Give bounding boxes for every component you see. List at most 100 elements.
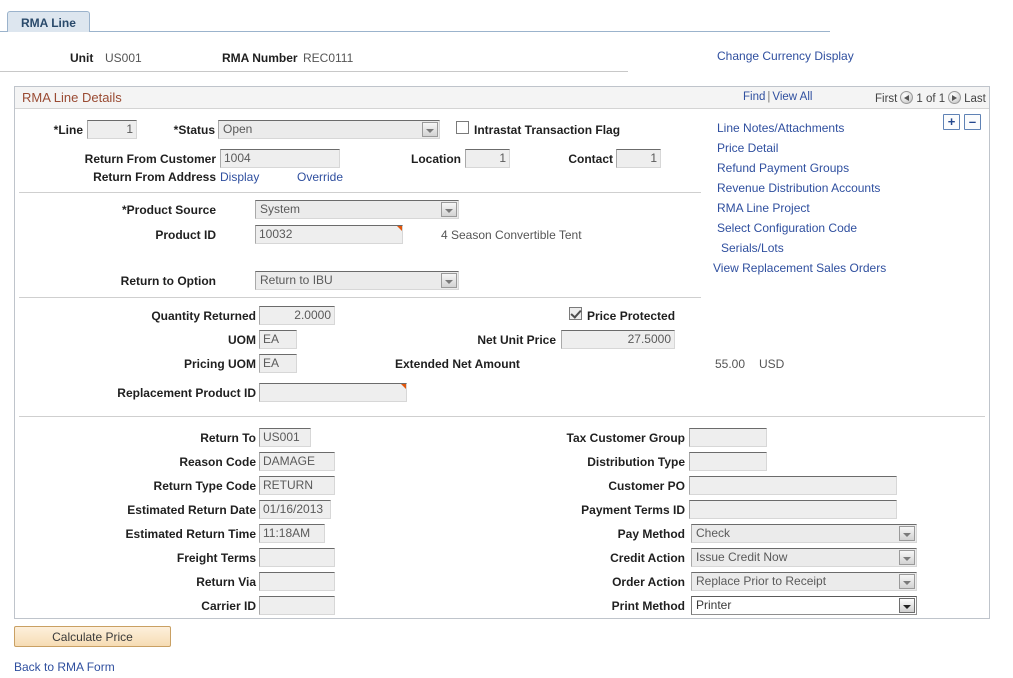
intrastat-transaction-flag-label: Intrastat Transaction Flag bbox=[474, 123, 620, 137]
view-all-link[interactable]: View All bbox=[772, 91, 812, 103]
replacement-product-id-field[interactable] bbox=[259, 383, 407, 402]
currency-code: USD bbox=[759, 357, 784, 371]
chevron-down-icon bbox=[899, 574, 915, 589]
status-label: *Status bbox=[155, 123, 215, 137]
tab-rma-line[interactable]: RMA Line bbox=[7, 11, 90, 32]
address-override-link[interactable]: Override bbox=[297, 170, 343, 184]
extended-net-amount-label: Extended Net Amount bbox=[395, 357, 556, 371]
quantity-returned-field[interactable]: 2.0000 bbox=[259, 306, 335, 325]
return-via-field[interactable] bbox=[259, 572, 335, 591]
chevron-down-icon bbox=[899, 598, 915, 613]
last-label[interactable]: Last bbox=[964, 93, 986, 105]
order-action-label: Order Action bbox=[495, 575, 685, 589]
uom-label: UOM bbox=[175, 333, 256, 347]
change-currency-display-link[interactable]: Change Currency Display bbox=[717, 49, 854, 63]
product-source-label: *Product Source bbox=[65, 203, 216, 217]
rma-number-value: REC0111 bbox=[303, 51, 353, 65]
tax-customer-group-field[interactable] bbox=[689, 428, 767, 447]
credit-action-value: Issue Credit Now bbox=[696, 550, 787, 564]
line-label: *Line bbox=[33, 123, 83, 137]
detail-left-label-5: Freight Terms bbox=[75, 551, 256, 565]
detail-left-label-3: Estimated Return Date bbox=[75, 503, 256, 517]
estimated-return-date-field[interactable]: 01/16/2013 bbox=[259, 500, 331, 519]
row-counter: 1 of 1 bbox=[916, 93, 945, 105]
line-field: 1 bbox=[87, 120, 137, 139]
link-view-replacement-sales-orders[interactable]: View Replacement Sales Orders bbox=[713, 258, 967, 278]
contact-field: 1 bbox=[616, 149, 661, 168]
find-link[interactable]: Find bbox=[743, 91, 765, 103]
pay-method-dropdown[interactable]: Check bbox=[691, 524, 917, 543]
return-from-address-label: Return From Address bbox=[70, 170, 216, 184]
link-serials-lots[interactable]: Serials/Lots bbox=[717, 238, 967, 258]
pricing-uom-field[interactable]: EA bbox=[259, 354, 297, 373]
detail-right-label-1: Distribution Type bbox=[495, 455, 685, 469]
detail-right-label-3: Payment Terms ID bbox=[495, 503, 685, 517]
location-field: 1 bbox=[465, 149, 510, 168]
link-line-notes-attachments[interactable]: Line Notes/Attachments bbox=[717, 118, 967, 138]
chevron-down-icon bbox=[899, 550, 915, 565]
previous-arrow-icon[interactable] bbox=[900, 91, 913, 104]
detail-left-label-7: Carrier ID bbox=[75, 599, 256, 613]
detail-left-label-6: Return Via bbox=[75, 575, 256, 589]
status-value: Open bbox=[223, 122, 252, 136]
related-links-column: Line Notes/Attachments Price Detail Refu… bbox=[717, 118, 967, 278]
link-select-configuration-code[interactable]: Select Configuration Code bbox=[717, 218, 967, 238]
credit-action-dropdown[interactable]: Issue Credit Now bbox=[691, 548, 917, 567]
order-action-value: Replace Prior to Receipt bbox=[696, 574, 826, 588]
pay-method-label: Pay Method bbox=[495, 527, 685, 541]
return-to-field[interactable]: US001 bbox=[259, 428, 311, 447]
net-unit-price-field[interactable]: 27.5000 bbox=[561, 330, 675, 349]
price-protected-checkbox[interactable] bbox=[569, 307, 582, 320]
back-to-rma-form-link[interactable]: Back to RMA Form bbox=[14, 660, 115, 674]
print-method-dropdown[interactable]: Printer bbox=[691, 596, 917, 615]
replacement-product-id-label: Replacement Product ID bbox=[105, 386, 256, 400]
location-label: Location bbox=[395, 152, 461, 166]
return-to-option-dropdown[interactable]: Return to IBU bbox=[255, 271, 459, 290]
divider-1 bbox=[19, 192, 701, 193]
distribution-type-field[interactable] bbox=[689, 452, 767, 471]
unit-label: Unit bbox=[70, 51, 93, 65]
uom-field[interactable]: EA bbox=[259, 330, 297, 349]
contact-label: Contact bbox=[555, 152, 613, 166]
extended-net-amount-value: 55.00 bbox=[695, 357, 745, 371]
return-type-code-field[interactable]: RETURN bbox=[259, 476, 335, 495]
estimated-return-time-field[interactable]: 11:18AM bbox=[259, 524, 325, 543]
group-title: RMA Line Details bbox=[22, 90, 122, 105]
order-action-dropdown[interactable]: Replace Prior to Receipt bbox=[691, 572, 917, 591]
link-rma-line-project[interactable]: RMA Line Project bbox=[717, 198, 967, 218]
intrastat-transaction-flag-checkbox[interactable] bbox=[456, 121, 469, 134]
product-id-field[interactable]: 10032 bbox=[255, 225, 403, 244]
payment-terms-id-field[interactable] bbox=[689, 500, 897, 519]
customer-po-field[interactable] bbox=[689, 476, 897, 495]
first-label[interactable]: First bbox=[875, 93, 897, 105]
detail-left-label-2: Return Type Code bbox=[75, 479, 256, 493]
calculate-price-button[interactable]: Calculate Price bbox=[14, 626, 171, 647]
return-to-option-value: Return to IBU bbox=[260, 273, 333, 287]
detail-left-label-0: Return To bbox=[75, 431, 256, 445]
product-id-label: Product ID bbox=[95, 228, 216, 242]
chevron-down-icon bbox=[899, 526, 915, 541]
pricing-uom-label: Pricing UOM bbox=[155, 357, 256, 371]
divider-3 bbox=[19, 416, 985, 417]
rma-number-label: RMA Number bbox=[222, 51, 298, 65]
find-view-all-bar: Find|View All bbox=[743, 91, 812, 103]
pay-method-value: Check bbox=[696, 526, 730, 540]
link-refund-payment-groups[interactable]: Refund Payment Groups bbox=[717, 158, 967, 178]
carrier-id-field[interactable] bbox=[259, 596, 335, 615]
next-arrow-icon[interactable] bbox=[948, 91, 961, 104]
pagination-bar: First 1 of 1 Last bbox=[875, 91, 986, 105]
detail-right-label-2: Customer PO bbox=[495, 479, 685, 493]
price-protected-label: Price Protected bbox=[587, 309, 675, 323]
group-header-bar bbox=[15, 87, 989, 109]
link-price-detail[interactable]: Price Detail bbox=[717, 138, 967, 158]
reason-code-field[interactable]: DAMAGE bbox=[259, 452, 335, 471]
product-source-dropdown[interactable]: System bbox=[255, 200, 459, 219]
link-revenue-distribution-accounts[interactable]: Revenue Distribution Accounts bbox=[717, 178, 967, 198]
credit-action-label: Credit Action bbox=[495, 551, 685, 565]
chevron-down-icon bbox=[441, 273, 457, 288]
freight-terms-field[interactable] bbox=[259, 548, 335, 567]
address-display-link[interactable]: Display bbox=[220, 170, 259, 184]
divider-2 bbox=[19, 297, 701, 298]
quantity-returned-label: Quantity Returned bbox=[125, 309, 256, 323]
status-dropdown[interactable]: Open bbox=[218, 120, 440, 139]
